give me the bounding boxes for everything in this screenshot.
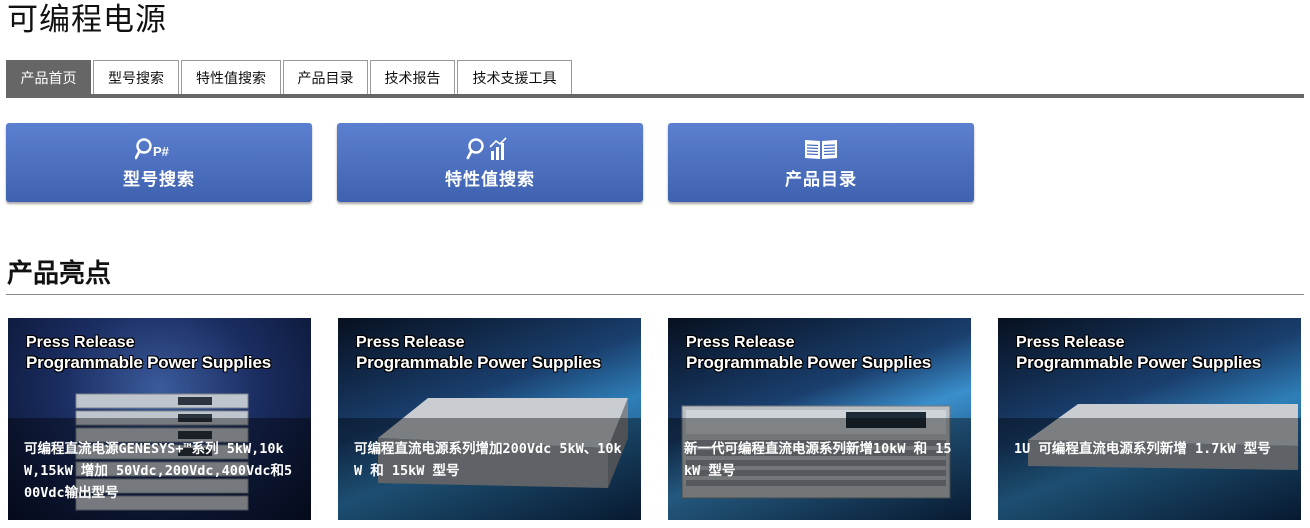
characteristic-search-button[interactable]: 特性值搜索 (337, 123, 643, 202)
tab-bar: 产品首页 型号搜索 特性值搜索 产品目录 技术报告 技术支援工具 (6, 60, 574, 94)
card-3-press-subtitle: Programmable Power Supplies (686, 353, 931, 372)
product-catalog-button-label: 产品目录 (785, 169, 857, 190)
tab-product-catalog[interactable]: 产品目录 (283, 60, 368, 94)
card-4-caption-overlay (998, 418, 1301, 520)
card-2-caption: 可编程直流电源系列增加200Vdc 5kW、10kW 和 15kW 型号 (354, 441, 622, 479)
highlight-card-4[interactable]: Press Release Programmable Power Supplie… (998, 318, 1301, 520)
card-1-press-subtitle: Programmable Power Supplies (26, 353, 271, 372)
tab-characteristic-search[interactable]: 特性值搜索 (181, 60, 281, 94)
card-4-press-subtitle: Programmable Power Supplies (1016, 353, 1261, 372)
highlight-card-2[interactable]: Press Release Programmable Power Supplie… (338, 318, 641, 520)
tab-support-tools[interactable]: 技术支援工具 (457, 60, 572, 94)
highlight-card-1[interactable]: Press Release Programmable Power Supplie… (8, 318, 311, 520)
page-title: 可编程电源 (7, 2, 167, 38)
card-3-caption: 新一代可编程直流电源系列新增10kW 和 15kW 型号 (684, 441, 952, 479)
card-2-press-subtitle: Programmable Power Supplies (356, 353, 601, 372)
model-search-button[interactable]: P# 型号搜索 (6, 123, 312, 202)
highlights-title: 产品亮点 (7, 259, 112, 289)
card-4-caption: 1U 可编程直流电源系列新增 1.7kW 型号 (1014, 441, 1271, 457)
svg-text:P#: P# (153, 144, 170, 159)
model-search-button-label: 型号搜索 (123, 169, 195, 190)
highlight-card-3[interactable]: Press Release Programmable Power Supplie… (668, 318, 971, 520)
characteristic-search-button-label: 特性值搜索 (445, 169, 535, 190)
search-chart-icon (466, 136, 514, 162)
card-4-press-label: Press Release (1016, 334, 1125, 351)
product-catalog-button[interactable]: 产品目录 (668, 123, 974, 202)
card-3-press-label: Press Release (686, 334, 795, 351)
card-1-caption: 可编程直流电源GENESYS+™系列 5kW,10kW,15kW 增加 50Vd… (24, 441, 293, 501)
search-part-number-icon: P# (135, 136, 183, 162)
card-2-press-label: Press Release (356, 334, 465, 351)
tab-bar-underline (6, 94, 1304, 98)
tab-technical-reports[interactable]: 技术报告 (370, 60, 455, 94)
tab-model-search[interactable]: 型号搜索 (93, 60, 179, 94)
catalog-book-icon (803, 136, 839, 162)
highlights-divider (6, 294, 1304, 295)
card-1-press-label: Press Release (26, 334, 135, 351)
tab-product-home[interactable]: 产品首页 (6, 60, 91, 94)
